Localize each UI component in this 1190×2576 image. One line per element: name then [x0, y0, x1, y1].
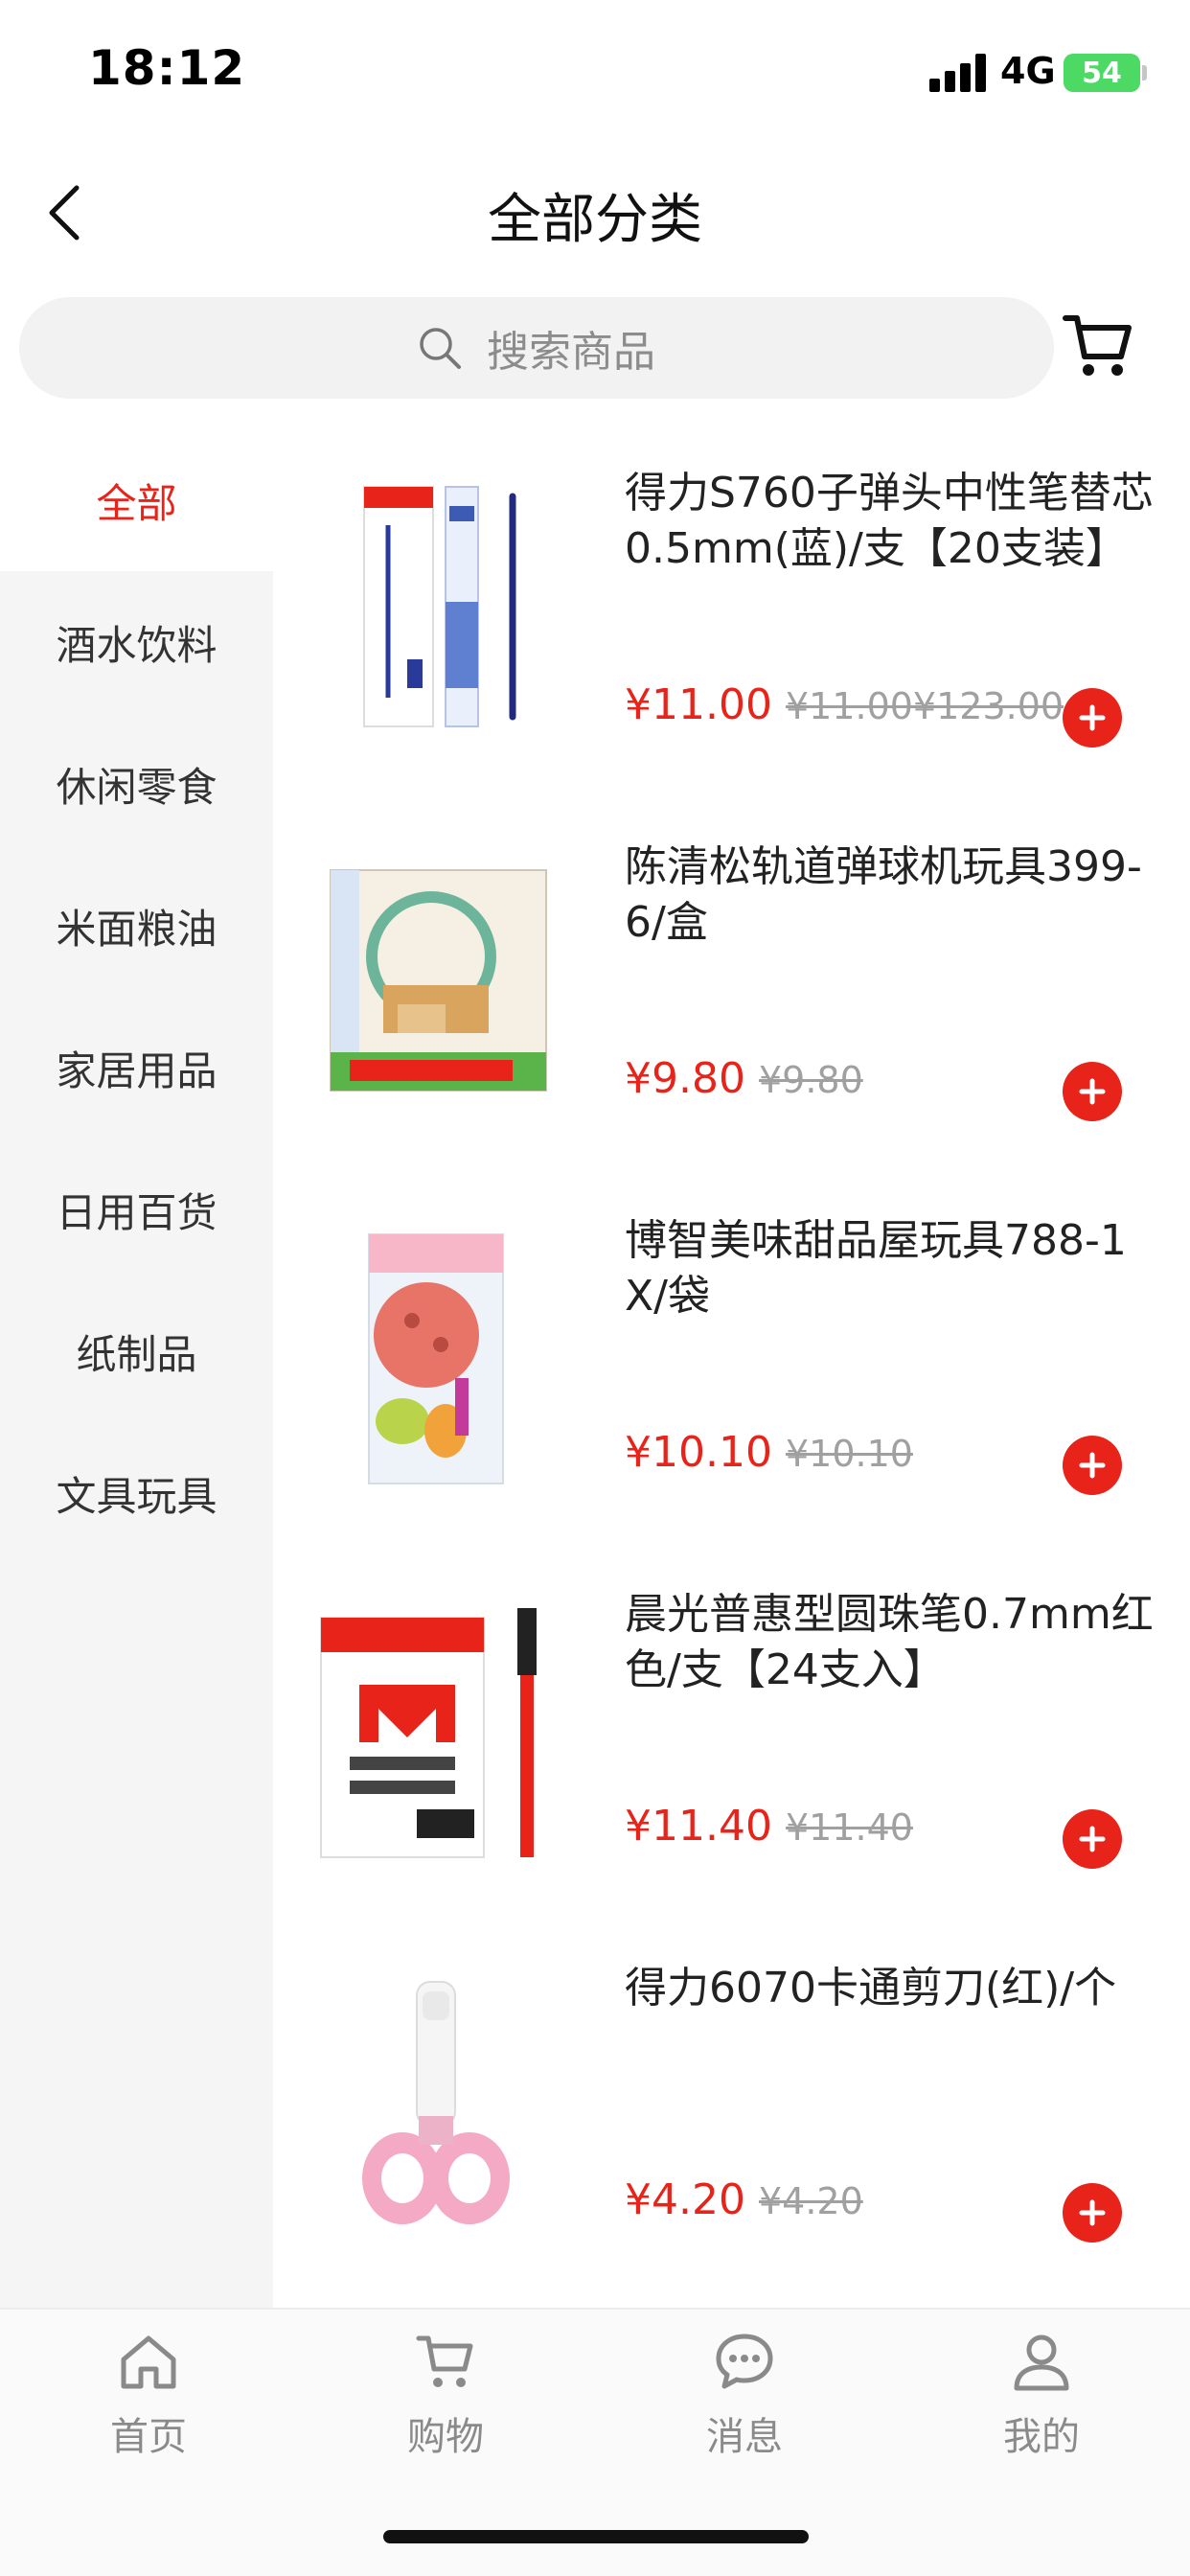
plus-icon [1079, 1452, 1106, 1479]
sidebar-item-label: 纸制品 [76, 1330, 197, 1378]
product-card[interactable]: 得力S760子弹头中性笔替芯0.5mm(蓝)/支【20支装】 ¥11.00 ¥11… [273, 429, 1190, 803]
price-row: ¥11.00 ¥11.00¥123.00 [625, 680, 1075, 748]
search-input[interactable]: 搜索商品 [19, 297, 1054, 399]
add-to-cart-button[interactable] [1063, 688, 1122, 748]
product-price: ¥9.80 [625, 1054, 745, 1103]
tab-label: 消息 [706, 2415, 783, 2459]
network-type: 4G [1000, 50, 1056, 92]
category-sidebar: 全部 酒水饮料 休闲零食 米面粮油 家居用品 日用百货 纸制品 文具玩具 [0, 429, 273, 2308]
plus-icon [1079, 2199, 1106, 2226]
tab-label: 首页 [110, 2415, 187, 2459]
add-to-cart-button[interactable] [1063, 2183, 1122, 2242]
cart-button[interactable] [1062, 309, 1134, 381]
plus-icon [1079, 1078, 1106, 1105]
plus-icon [1079, 704, 1106, 731]
tab-label: 购物 [407, 2415, 484, 2459]
tab-shopping[interactable]: 购物 [350, 2331, 541, 2459]
product-card[interactable]: 陈清松轨道弹球机玩具399-6/盒 ¥9.80 ¥9.80 [273, 803, 1190, 1177]
cart-icon [416, 2335, 473, 2387]
product-name: 得力S760子弹头中性笔替芯0.5mm(蓝)/支【20支装】 [625, 469, 1154, 573]
scissors-image [362, 1981, 510, 2224]
product-original-price: ¥4.20 [758, 2180, 863, 2222]
search-placeholder: 搜索商品 [487, 328, 655, 377]
price-row: ¥10.10 ¥10.10 [625, 1428, 1075, 1495]
pen-refill-image [363, 486, 516, 727]
sidebar-item-grain-oil[interactable]: 米面粮油 [0, 855, 273, 997]
tab-profile[interactable]: 我的 [946, 2331, 1137, 2459]
sidebar-item-label: 全部 [96, 479, 177, 527]
product-price: ¥10.10 [625, 1428, 772, 1477]
product-price: ¥11.40 [625, 1802, 772, 1851]
product-price: ¥4.20 [625, 2175, 745, 2224]
product-card[interactable]: 晨光普惠型圆珠笔0.7mm红色/支【24支入】 ¥11.40 ¥11.40 [273, 1551, 1190, 1924]
message-icon [716, 2334, 773, 2389]
sidebar-item-label: 日用百货 [56, 1188, 217, 1236]
sidebar-item-label: 米面粮油 [56, 905, 217, 953]
sidebar-item-all[interactable]: 全部 [0, 429, 273, 571]
plus-icon [1079, 1826, 1106, 1852]
home-icon [121, 2335, 176, 2389]
home-indicator [383, 2530, 809, 2543]
cart-icon [1063, 315, 1132, 376]
signal-icon [929, 54, 989, 92]
nav-bar: 全部分类 [0, 153, 1190, 268]
search-icon [420, 328, 461, 369]
pinball-toy-image [330, 869, 547, 1092]
product-name: 博智美味甜品屋玩具788-1X/袋 [625, 1216, 1127, 1321]
sidebar-item-daily[interactable]: 日用百货 [0, 1138, 273, 1280]
battery-level: 54 [1082, 56, 1122, 90]
product-list: 得力S760子弹头中性笔替芯0.5mm(蓝)/支【20支装】 ¥11.00 ¥11… [273, 429, 1190, 2308]
sidebar-item-home[interactable]: 家居用品 [0, 997, 273, 1138]
product-card[interactable]: 得力6070卡通剪刀(红)/个 ¥4.20 ¥4.20 [273, 1924, 1190, 2298]
tab-messages[interactable]: 消息 [649, 2331, 840, 2459]
product-name: 得力6070卡通剪刀(红)/个 [625, 1964, 1117, 2012]
price-row: ¥11.40 ¥11.40 [625, 1802, 1075, 1869]
battery-tip [1142, 65, 1147, 80]
profile-icon [1014, 2334, 1069, 2391]
product-original-price: ¥11.00¥123.00 [785, 685, 1064, 727]
page-title: 全部分类 [488, 189, 702, 251]
page: 18:12 4G 54 全部分类 搜索商品 全部 酒水饮料 休闲零食 米面粮油 … [0, 0, 1190, 2576]
product-name: 陈清松轨道弹球机玩具399-6/盒 [625, 842, 1142, 947]
sidebar-item-paper[interactable]: 纸制品 [0, 1280, 273, 1422]
ballpoint-pen-image [320, 1608, 537, 1858]
product-original-price: ¥10.10 [785, 1433, 913, 1475]
product-original-price: ¥11.40 [785, 1806, 913, 1849]
sidebar-item-snacks[interactable]: 休闲零食 [0, 713, 273, 855]
sidebar-item-label: 家居用品 [56, 1046, 217, 1094]
tab-home[interactable]: 首页 [53, 2331, 244, 2459]
battery-icon: 54 [1064, 54, 1140, 92]
product-original-price: ¥9.80 [758, 1059, 863, 1101]
sidebar-item-drinks[interactable]: 酒水饮料 [0, 571, 273, 713]
product-price: ¥11.00 [625, 680, 772, 729]
price-row: ¥4.20 ¥4.20 [625, 2175, 1075, 2242]
sidebar-item-label: 文具玩具 [56, 1472, 217, 1520]
add-to-cart-button[interactable] [1063, 1809, 1122, 1869]
sidebar-item-label: 休闲零食 [56, 763, 217, 811]
sidebar-item-stationery[interactable]: 文具玩具 [0, 1422, 273, 1564]
product-card[interactable]: 博智美味甜品屋玩具788-1X/袋 ¥10.10 ¥10.10 [273, 1177, 1190, 1551]
price-row: ¥9.80 ¥9.80 [625, 1054, 1075, 1121]
status-time: 18:12 [88, 40, 246, 96]
sidebar-item-label: 酒水饮料 [56, 621, 217, 669]
tab-label: 我的 [1003, 2415, 1080, 2459]
status-bar: 18:12 4G 54 [0, 0, 1190, 134]
add-to-cart-button[interactable] [1063, 1062, 1122, 1121]
add-to-cart-button[interactable] [1063, 1436, 1122, 1495]
pizza-toy-image [368, 1233, 504, 1484]
product-name: 晨光普惠型圆珠笔0.7mm红色/支【24支入】 [625, 1590, 1154, 1694]
